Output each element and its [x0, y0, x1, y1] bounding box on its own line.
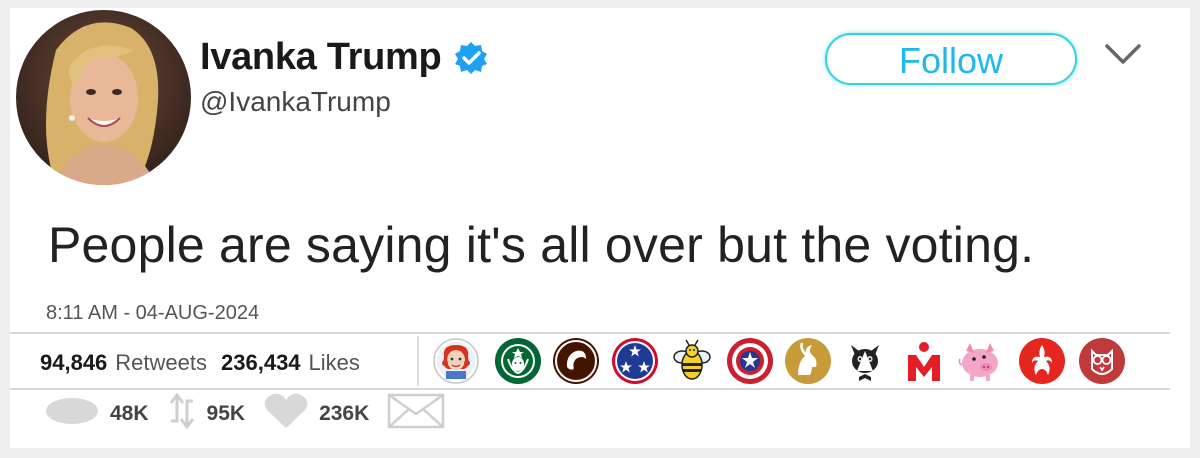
like-count: 236K [319, 402, 370, 425]
captain-america-shield-icon[interactable] [726, 337, 774, 385]
wendys-badge-icon[interactable] [432, 337, 480, 385]
mail-icon[interactable] [387, 392, 445, 436]
display-name[interactable]: Ivanka Trump [200, 36, 442, 79]
retweets-count[interactable]: 94,846 [40, 350, 107, 376]
likes-label[interactable]: Likes [309, 350, 360, 376]
divider [10, 388, 1170, 390]
bee-badge-icon[interactable] [668, 337, 716, 385]
owl-badge-icon[interactable] [1078, 337, 1126, 385]
tuxedo-cat-badge-icon[interactable] [841, 337, 889, 385]
chipotle-badge-icon[interactable] [552, 337, 600, 385]
goat-badge-icon[interactable] [784, 337, 832, 385]
retweet-icon[interactable] [167, 391, 197, 437]
starbucks-badge-icon[interactable] [494, 337, 542, 385]
tweet-text: People are saying it's all over but the … [48, 217, 1035, 273]
display-name-row[interactable]: Ivanka Trump [200, 36, 489, 79]
retweets-label[interactable]: Retweets [115, 350, 207, 376]
tweet-actions: 48K 95K 236K [44, 391, 445, 437]
chevron-down-icon[interactable] [1103, 42, 1143, 68]
divider [10, 332, 1170, 334]
tweet-card: Ivanka Trump @IvankaTrump Follow People … [10, 8, 1190, 448]
user-handle[interactable]: @IvankaTrump [200, 86, 391, 118]
verified-badge-icon [453, 40, 489, 76]
avatar[interactable] [16, 10, 191, 185]
engagement-stats: 94,846 Retweets 236,434 Likes [40, 345, 374, 381]
ironman-m-dot-icon[interactable] [900, 337, 948, 385]
heart-icon[interactable] [263, 392, 309, 436]
stats-separator [417, 336, 419, 386]
retweet-count: 95K [206, 402, 246, 425]
follow-button[interactable]: Follow [825, 33, 1077, 85]
rebel-alliance-icon[interactable] [1018, 337, 1066, 385]
likes-count[interactable]: 236,434 [221, 350, 301, 376]
reply-count: 48K [110, 402, 149, 425]
tweet-timestamp[interactable]: 8:11 AM - 04-AUG-2024 [46, 302, 259, 325]
tennessee-stars-badge-icon[interactable] [611, 337, 659, 385]
pig-badge-icon[interactable] [956, 337, 1004, 385]
reply-icon[interactable] [44, 394, 100, 434]
